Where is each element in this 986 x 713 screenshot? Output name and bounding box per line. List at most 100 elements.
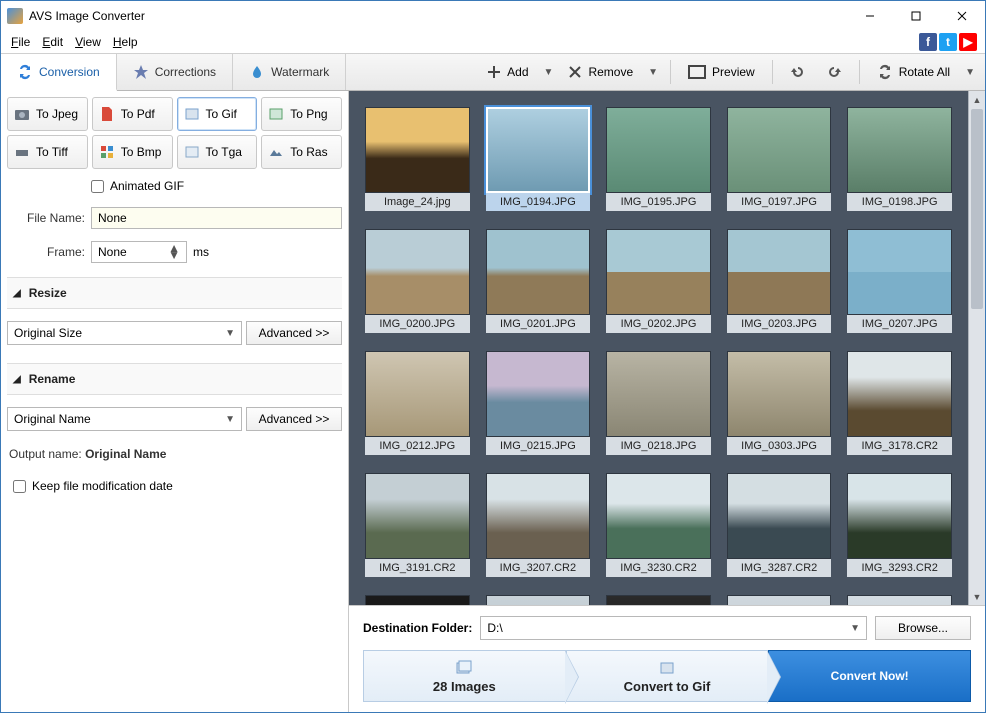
watermark-icon <box>249 64 265 80</box>
minimize-button[interactable] <box>847 1 893 31</box>
thumbnail-area: Image_24.jpgIMG_0194.JPG IMG_0195.JPG IMG_… <box>349 91 985 605</box>
thumbnail[interactable]: IMG_3207.CR2 <box>486 473 591 577</box>
add-dropdown[interactable]: ▼ <box>540 67 558 78</box>
animated-gif-checkbox[interactable] <box>91 180 104 193</box>
thumbnail[interactable]: IMG_3287.CR2 <box>727 473 832 577</box>
left-panel: To Jpeg To Pdf To Gif To Png To Tiff To … <box>1 91 349 712</box>
collapse-icon: ◢ <box>13 374 21 385</box>
resize-advanced-button[interactable]: Advanced >> <box>246 321 342 345</box>
rotate-right-button[interactable] <box>817 59 851 85</box>
thumbnail-image <box>486 351 591 437</box>
thumbnail[interactable]: IMG_3191.CR2 <box>365 473 470 577</box>
menu-edit[interactable]: Edit <box>36 33 69 51</box>
menu-file[interactable]: File <box>5 33 36 51</box>
youtube-icon[interactable]: ▶ <box>959 33 977 51</box>
animated-gif-label: Animated GIF <box>110 179 184 193</box>
images-icon <box>455 659 473 677</box>
ras-icon <box>268 144 284 160</box>
rotate-left-button[interactable] <box>781 59 815 85</box>
scrollbar[interactable]: ▲ ▼ <box>968 91 985 605</box>
dest-combo[interactable]: D:\▼ <box>480 616 867 640</box>
rename-combo[interactable]: Original Name▼ <box>7 407 242 431</box>
conversion-icon <box>17 64 33 80</box>
thumbnail[interactable]: IMG_0207.JPG <box>847 229 952 333</box>
resize-combo[interactable]: Original Size▼ <box>7 321 242 345</box>
thumbnail[interactable]: Image_24.jpg <box>365 107 470 211</box>
tab-watermark[interactable]: Watermark <box>233 54 346 90</box>
add-button[interactable]: Add <box>478 60 537 84</box>
thumbnail[interactable]: IMG_0202.JPG <box>606 229 711 333</box>
thumbnail[interactable] <box>727 595 832 605</box>
resize-header[interactable]: ◢ Resize <box>7 277 342 309</box>
thumbnail[interactable]: IMG_0212.JPG <box>365 351 470 455</box>
close-button[interactable] <box>939 1 985 31</box>
maximize-button[interactable] <box>893 1 939 31</box>
convert-now-button[interactable]: Convert Now! <box>768 650 971 702</box>
bottom-panel: Destination Folder: D:\▼ Browse... 28 Im… <box>349 605 985 712</box>
scroll-handle[interactable] <box>971 109 983 309</box>
keep-date-label: Keep file modification date <box>32 479 173 493</box>
menu-help[interactable]: Help <box>107 33 144 51</box>
thumbnail[interactable]: IMG_0194.JPG <box>486 107 591 211</box>
thumbnail[interactable]: IMG_0203.JPG <box>727 229 832 333</box>
tab-corrections[interactable]: Corrections <box>117 54 233 90</box>
rename-advanced-button[interactable]: Advanced >> <box>246 407 342 431</box>
thumbnail[interactable]: IMG_3293.CR2 <box>847 473 952 577</box>
titlebar: AVS Image Converter <box>1 1 985 31</box>
thumbnail[interactable]: IMG_0215.JPG <box>486 351 591 455</box>
thumbnail[interactable]: IMG_0201.JPG <box>486 229 591 333</box>
thumbnail[interactable]: IMG_0197.JPG <box>727 107 832 211</box>
flow-count: 28 Images <box>363 650 566 702</box>
thumbnail-caption: IMG_0207.JPG <box>847 315 952 333</box>
rotate-all-button[interactable]: Rotate All <box>868 59 959 85</box>
filename-input[interactable] <box>91 207 342 229</box>
thumbnail[interactable]: IMG_3230.CR2 <box>606 473 711 577</box>
rotate-all-icon <box>877 64 893 80</box>
thumbnail[interactable]: IMG_0218.JPG <box>606 351 711 455</box>
thumbnail[interactable] <box>606 595 711 605</box>
menu-view[interactable]: View <box>69 33 107 51</box>
tab-watermark-label: Watermark <box>271 65 329 79</box>
thumbnail[interactable] <box>847 595 952 605</box>
thumbnail-caption: IMG_0198.JPG <box>847 193 952 211</box>
thumbnail-caption: IMG_0218.JPG <box>606 437 711 455</box>
format-gif[interactable]: To Gif <box>177 97 258 131</box>
thumbnail-image <box>606 595 711 605</box>
plus-icon <box>487 65 501 79</box>
format-bmp[interactable]: To Bmp <box>92 135 173 169</box>
format-tiff[interactable]: To Tiff <box>7 135 88 169</box>
scroll-down[interactable]: ▼ <box>969 588 985 605</box>
format-png[interactable]: To Png <box>261 97 342 131</box>
thumbnail-caption: IMG_0303.JPG <box>727 437 832 455</box>
thumbnail[interactable]: IMG_0200.JPG <box>365 229 470 333</box>
thumbnail-caption: IMG_0195.JPG <box>606 193 711 211</box>
format-tga[interactable]: To Tga <box>177 135 258 169</box>
thumbnail-image <box>847 351 952 437</box>
format-pdf[interactable]: To Pdf <box>92 97 173 131</box>
keep-date-checkbox[interactable] <box>13 480 26 493</box>
rotate-all-label: Rotate All <box>899 65 950 79</box>
tab-conversion[interactable]: Conversion <box>1 54 117 91</box>
format-jpeg[interactable]: To Jpeg <box>7 97 88 131</box>
thumbnail[interactable]: IMG_0198.JPG <box>847 107 952 211</box>
remove-dropdown[interactable]: ▼ <box>644 67 662 78</box>
twitter-icon[interactable]: t <box>939 33 957 51</box>
thumbnail[interactable]: IMG_0303.JPG <box>727 351 832 455</box>
thumbnail[interactable] <box>365 595 470 605</box>
thumbnail[interactable]: IMG_0195.JPG <box>606 107 711 211</box>
preview-button[interactable]: Preview <box>679 60 764 84</box>
facebook-icon[interactable]: f <box>919 33 937 51</box>
filename-label: File Name: <box>7 211 85 225</box>
thumbnail[interactable] <box>486 595 591 605</box>
thumbnail-image <box>606 107 711 193</box>
browse-button[interactable]: Browse... <box>875 616 971 640</box>
thumbnail[interactable]: IMG_3178.CR2 <box>847 351 952 455</box>
preview-label: Preview <box>712 65 755 79</box>
collapse-icon: ◢ <box>13 288 21 299</box>
scroll-up[interactable]: ▲ <box>969 91 985 108</box>
rotate-all-dropdown[interactable]: ▼ <box>961 67 979 78</box>
frame-spinner[interactable]: None ▲▼ <box>91 241 187 263</box>
format-ras[interactable]: To Ras <box>261 135 342 169</box>
remove-button[interactable]: Remove <box>559 60 642 84</box>
rename-header[interactable]: ◢ Rename <box>7 363 342 395</box>
